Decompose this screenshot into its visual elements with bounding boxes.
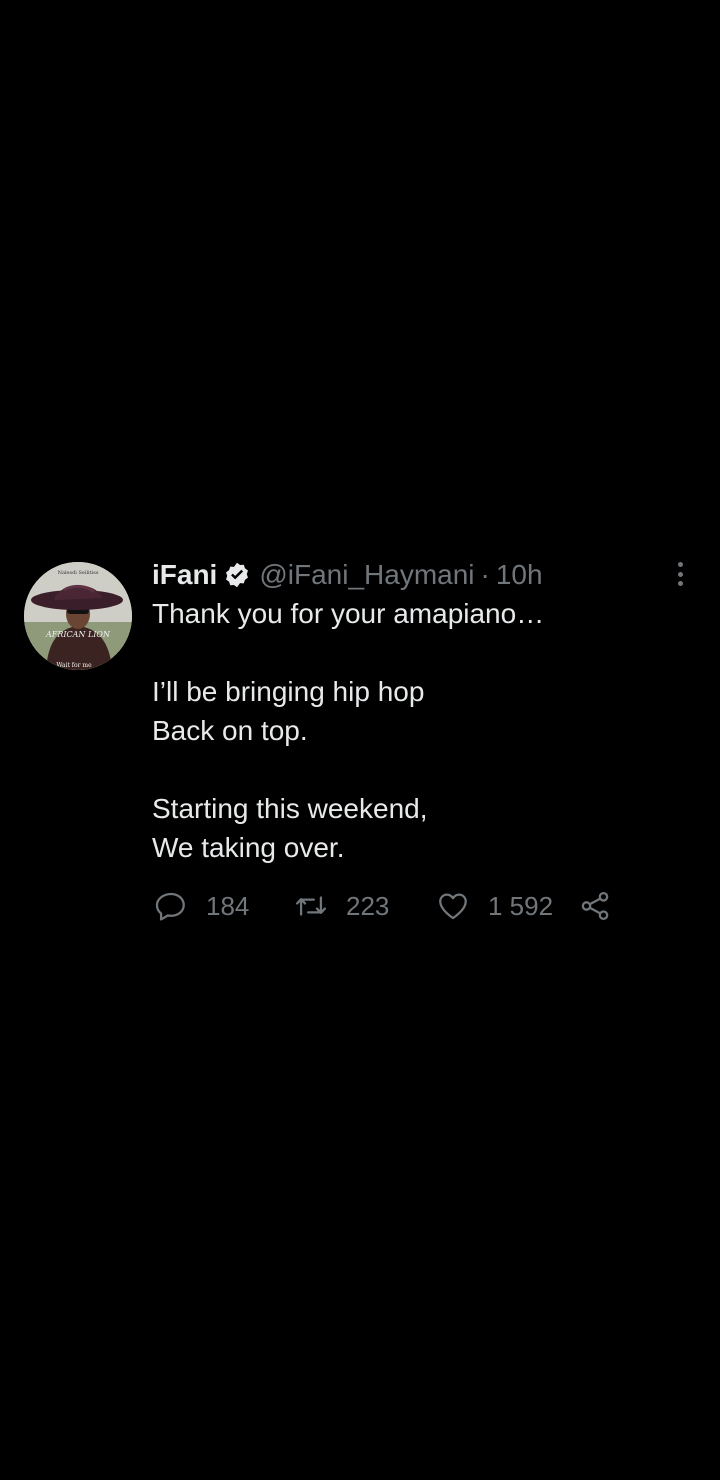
tweet-line: I’ll be bringing hip hop xyxy=(152,676,425,707)
tweet[interactable]: Nalesdi Seilitiss AFRICAN LION Wait for … xyxy=(0,559,720,940)
tweet-text: Thank you for your amapiano… I’ll be bri… xyxy=(152,594,652,867)
tweet-line: Back on top. xyxy=(152,715,308,746)
like-button[interactable]: 1 592 xyxy=(436,886,553,926)
timestamp[interactable]: 10h xyxy=(496,559,543,591)
share-button[interactable] xyxy=(578,886,612,926)
retweet-count: 223 xyxy=(346,890,390,921)
reply-button[interactable]: 184 xyxy=(154,886,249,926)
retweet-icon xyxy=(295,896,327,916)
author-name[interactable]: iFani xyxy=(152,559,217,591)
separator-dot: · xyxy=(480,559,490,590)
avatar-caption-middle: AFRICAN LION xyxy=(45,630,111,639)
retweet-button[interactable]: 223 xyxy=(294,886,389,926)
tweet-line: Thank you for your amapiano… xyxy=(152,598,545,629)
reply-count: 184 xyxy=(206,890,250,921)
tweet-line: Starting this weekend, xyxy=(152,793,428,824)
verified-badge-icon xyxy=(223,561,251,589)
share-icon xyxy=(581,891,609,921)
tweet-line: We taking over. xyxy=(152,832,345,863)
tweet-actions: 184 223 1 592 xyxy=(152,886,632,926)
tweet-header: iFani @iFani_Haymani · 10h xyxy=(152,559,543,591)
avatar-caption-bottom: Wait for me xyxy=(56,662,92,669)
like-icon xyxy=(439,893,467,920)
reply-icon xyxy=(155,892,185,921)
like-count: 1 592 xyxy=(488,890,554,921)
avatar-image: Nalesdi Seilitiss AFRICAN LION Wait for … xyxy=(24,562,132,670)
avatar[interactable]: Nalesdi Seilitiss AFRICAN LION Wait for … xyxy=(24,562,132,670)
avatar-caption-top: Nalesdi Seilitiss xyxy=(58,570,99,576)
more-vertical-icon[interactable] xyxy=(668,560,692,588)
author-handle[interactable]: @iFani_Haymani xyxy=(259,559,474,591)
